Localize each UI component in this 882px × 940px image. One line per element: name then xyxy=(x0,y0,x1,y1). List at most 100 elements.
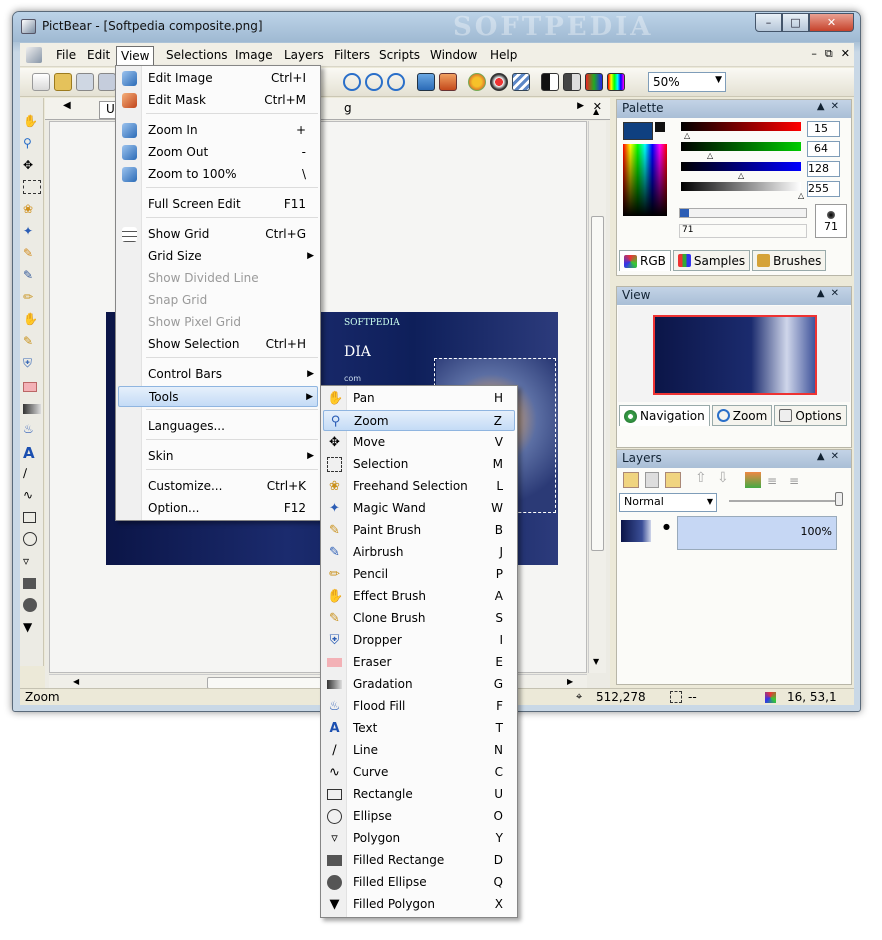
move-layer-up-icon[interactable]: ⇧ xyxy=(695,470,707,486)
tab-scroll-left-icon[interactable]: ◀ xyxy=(63,100,71,111)
view-menu-item-zoom-in[interactable]: Zoom In + xyxy=(118,120,318,141)
rectangle-icon[interactable] xyxy=(23,512,36,523)
view-menu-item-snap-grid[interactable]: Snap Grid xyxy=(118,290,318,311)
view-menu-item-edit-mask[interactable]: Edit Mask Ctrl+M xyxy=(118,90,318,111)
tools-menu-item-flood-fill[interactable]: ♨ Flood Fill F xyxy=(323,696,515,717)
alpha-slider[interactable] xyxy=(681,182,801,191)
blue-value-input[interactable]: 128 xyxy=(807,161,840,177)
scroll-up-icon[interactable]: ▲ xyxy=(593,107,599,116)
layer-row[interactable]: ● 100% xyxy=(619,516,849,552)
blend-mode-select[interactable]: Normal ▼ xyxy=(619,493,717,512)
tools-menu-item-magic-wand[interactable]: ✦ Magic Wand W xyxy=(323,498,515,519)
tab-rgb[interactable]: RGB xyxy=(619,250,671,271)
merge-down-icon[interactable]: ≡ xyxy=(767,474,777,488)
filled-rectangle-icon[interactable] xyxy=(23,578,36,589)
tools-menu-item-zoom[interactable]: ⚲ Zoom Z xyxy=(323,410,515,431)
new-layer-icon[interactable] xyxy=(623,472,639,488)
tools-menu-item-eraser[interactable]: Eraser E xyxy=(323,652,515,673)
maximize-button[interactable]: □ xyxy=(782,13,809,32)
green-slider[interactable] xyxy=(681,142,801,151)
view-menu-item-show-pixel-grid[interactable]: Show Pixel Grid xyxy=(118,312,318,333)
bucket-icon[interactable]: ♨ xyxy=(23,422,41,440)
selection-icon[interactable] xyxy=(23,180,41,194)
magnifier-icon[interactable]: ⚲ xyxy=(23,136,41,154)
brightness-icon[interactable] xyxy=(563,73,581,91)
menu-file[interactable]: File xyxy=(56,46,76,64)
tools-menu-item-text[interactable]: A Text T xyxy=(323,718,515,739)
tools-menu-item-move[interactable]: ✥ Move V xyxy=(323,432,515,453)
tools-menu-item-filled-polygon[interactable]: ▼ Filled Polygon X xyxy=(323,894,515,915)
close-button[interactable]: ✕ xyxy=(809,13,854,32)
view-toggle-icon[interactable] xyxy=(490,73,508,91)
mdi-minimize-icon[interactable]: – xyxy=(811,47,817,61)
effect-brush-icon[interactable]: ✋ xyxy=(23,312,41,330)
view-menu-item-zoom-out[interactable]: Zoom Out - xyxy=(118,142,318,163)
move-layer-down-icon[interactable]: ⇩ xyxy=(717,470,729,486)
flatten-icon[interactable]: ≡ xyxy=(789,474,799,488)
menu-view[interactable]: View xyxy=(116,46,155,67)
line-icon[interactable]: ∕ xyxy=(23,466,41,484)
view-menu-item-skin[interactable]: Skin ▶ xyxy=(118,446,318,467)
layer-opacity-thumb[interactable] xyxy=(835,492,843,506)
background-color-swatch[interactable] xyxy=(655,122,665,132)
color-balance-icon[interactable] xyxy=(585,73,603,91)
menu-edit[interactable]: Edit xyxy=(87,46,110,64)
minimize-button[interactable]: – xyxy=(755,13,782,32)
navigator-area[interactable] xyxy=(618,306,850,402)
move-icon[interactable]: ✥ xyxy=(23,158,41,176)
mdi-close-icon[interactable]: ✕ xyxy=(841,47,850,61)
save-icon[interactable] xyxy=(76,73,94,91)
scroll-right-icon[interactable]: ▶ xyxy=(567,677,573,686)
toolbar-edit-image-icon[interactable] xyxy=(417,73,435,91)
tab-zoom[interactable]: Zoom xyxy=(711,405,773,426)
view-menu-item-customize[interactable]: Customize... Ctrl+K xyxy=(118,476,318,497)
tools-menu-item-pencil[interactable]: ✏ Pencil P xyxy=(323,564,515,585)
red-slider-thumb-icon[interactable]: △ xyxy=(684,131,690,140)
tab-scroll-right-icon[interactable]: ▶ xyxy=(577,101,584,111)
document-tab-2[interactable]: g xyxy=(341,101,355,115)
tools-menu-item-ellipse[interactable]: Ellipse O xyxy=(323,806,515,827)
scroll-left-icon[interactable]: ◀ xyxy=(73,677,79,686)
ellipse-icon[interactable] xyxy=(23,532,37,546)
merge-layer-icon[interactable] xyxy=(745,472,761,488)
layers-toggle-icon[interactable] xyxy=(512,73,530,91)
tab-samples[interactable]: Samples xyxy=(672,250,751,271)
delete-layer-icon[interactable] xyxy=(645,472,659,488)
tools-menu-item-freehand-selection[interactable]: ❀ Freehand Selection L xyxy=(323,476,515,497)
brush-preview[interactable]: 71 xyxy=(815,204,847,238)
tools-menu-item-effect-brush[interactable]: ✋ Effect Brush A xyxy=(323,586,515,607)
toolbar-edit-mask-icon[interactable] xyxy=(439,73,457,91)
view-menu-item-show-grid[interactable]: Show Grid Ctrl+G xyxy=(118,224,318,245)
filled-polygon-icon[interactable]: ▼ xyxy=(23,620,41,638)
doc-icon[interactable] xyxy=(26,47,42,63)
view-menu-item-full-screen-edit[interactable]: Full Screen Edit F11 xyxy=(118,194,318,215)
layer-visibility-icon[interactable]: ● xyxy=(663,522,670,531)
view-menu-item-languages[interactable]: Languages... xyxy=(118,416,318,437)
tools-menu-item-line[interactable]: ∕ Line N xyxy=(323,740,515,761)
scroll-down-icon[interactable]: ▼ xyxy=(593,657,599,666)
layers-panel-close-icon[interactable]: ▲✕ xyxy=(817,451,845,462)
title-bar[interactable]: PictBear - [Softpedia composite.png] SOF… xyxy=(13,12,860,42)
tools-menu-item-filled-rectange[interactable]: Filled Rectange D xyxy=(323,850,515,871)
alpha-value-input[interactable]: 255 xyxy=(807,181,840,197)
panel-close-icon[interactable]: ▲✕ xyxy=(817,101,845,112)
gradient-icon[interactable] xyxy=(23,404,41,414)
navigator-viewport[interactable] xyxy=(653,315,817,395)
vertical-scroll-thumb[interactable] xyxy=(591,216,604,551)
view-menu-item-edit-image[interactable]: Edit Image Ctrl+I xyxy=(118,68,318,89)
text-icon[interactable]: A xyxy=(23,444,41,462)
tools-menu-item-dropper[interactable]: ⛨ Dropper I xyxy=(323,630,515,651)
toolbar-zoom-100-icon[interactable] xyxy=(387,73,405,91)
red-slider[interactable] xyxy=(681,122,801,131)
tools-menu-item-curve[interactable]: ∿ Curve C xyxy=(323,762,515,783)
dropper-icon[interactable]: ⛨ xyxy=(23,356,41,374)
tools-menu-item-gradation[interactable]: Gradation G xyxy=(323,674,515,695)
color-spectrum[interactable] xyxy=(623,144,667,216)
hand-icon[interactable]: ✋ xyxy=(23,114,41,132)
paint-brush-icon[interactable]: ✎ xyxy=(23,246,41,264)
menu-layers[interactable]: Layers xyxy=(284,46,324,64)
pencil-icon[interactable]: ✏ xyxy=(23,290,41,308)
menu-help[interactable]: Help xyxy=(490,46,517,64)
view-menu-item-option[interactable]: Option... F12 xyxy=(118,498,318,519)
tools-menu-item-polygon[interactable]: ▿ Polygon Y xyxy=(323,828,515,849)
